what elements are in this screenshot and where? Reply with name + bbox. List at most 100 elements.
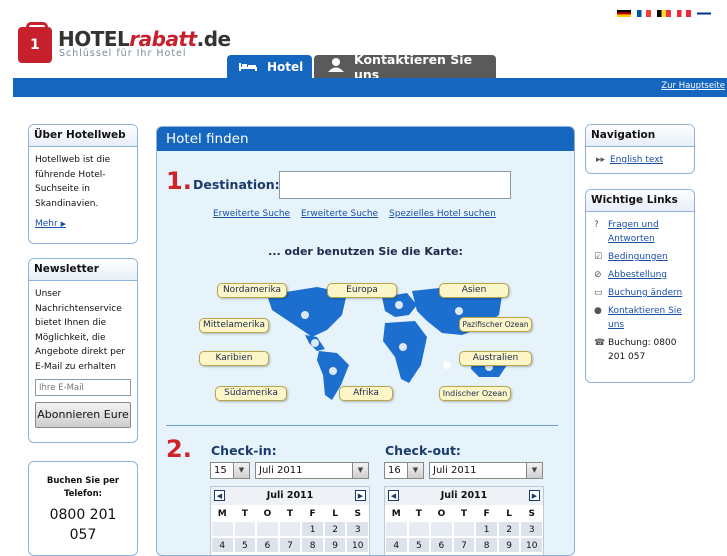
marker-central-america: [311, 339, 319, 347]
map-title: ... oder benutzen Sie die Karte:: [268, 245, 463, 258]
faq-link[interactable]: Fragen und Antworten: [608, 218, 688, 246]
checkin-label: Check-in:: [211, 443, 277, 458]
region-asien[interactable]: Asien: [439, 283, 509, 298]
calendar-day[interactable]: 7: [278, 537, 302, 553]
weekday-header: T: [233, 505, 257, 521]
double-arrow-icon: ▸▸: [596, 155, 606, 165]
region-nordamerika[interactable]: Nordamerika: [217, 283, 287, 298]
flag-at[interactable]: [677, 10, 691, 17]
region-pazifischer-ozean[interactable]: Pazifischer Ozean: [459, 317, 532, 332]
newsletter-submit-button[interactable]: Abonnieren Eure: [35, 402, 131, 428]
region-australien[interactable]: Australien: [459, 351, 532, 366]
next-month-icon[interactable]: ▶: [529, 490, 540, 501]
calendar-day[interactable]: 9: [497, 537, 521, 553]
calendar-day[interactable]: 9: [323, 537, 347, 553]
flag-fr[interactable]: [637, 10, 651, 17]
weekday-header: O: [430, 505, 453, 521]
chevron-down-icon: ▼: [407, 463, 423, 478]
destination-input[interactable]: [279, 171, 511, 199]
navigation-title: Navigation: [586, 125, 694, 147]
checkin-month-select[interactable]: Juli 2011 ▼: [255, 462, 369, 479]
about-text: Hotellweb ist die führende Hotel-Suchsei…: [35, 155, 111, 209]
about-more-link[interactable]: Mehr ▶: [35, 219, 66, 229]
booking-phone: Buchung: 0800 201 057: [608, 338, 677, 362]
prev-month-icon[interactable]: ◀: [388, 490, 399, 501]
flag-de[interactable]: [617, 10, 631, 17]
step-2-number: 2.: [166, 435, 192, 463]
question-icon: ?: [594, 220, 599, 230]
calendar-day[interactable]: 2: [323, 521, 347, 537]
tab-contact[interactable]: Kontaktieren Sie uns: [314, 52, 496, 82]
destination-label: Destination:: [193, 177, 280, 192]
step-1-number: 1.: [166, 167, 192, 195]
region-europa[interactable]: Europa: [327, 283, 397, 298]
calendar-day[interactable]: 2: [497, 521, 521, 537]
calendar-day[interactable]: 4: [385, 537, 408, 553]
africa-shape: [383, 321, 427, 383]
flag-be[interactable]: [657, 10, 671, 17]
region-mittelamerika[interactable]: Mittelamerika: [199, 318, 269, 333]
about-title: Über Hotellweb: [29, 125, 137, 147]
contact-link[interactable]: Kontaktieren Sie uns: [608, 304, 688, 332]
suitcase-logo-icon: 1: [18, 22, 52, 63]
marker-north-america: [301, 311, 309, 319]
home-link[interactable]: Zur Hauptseite: [661, 81, 725, 91]
marker-asia: [455, 307, 463, 315]
calendar-day[interactable]: 6: [430, 537, 453, 553]
chevron-down-icon: ▼: [233, 463, 249, 478]
calendar-day: [233, 521, 257, 537]
checkout-month-select[interactable]: Juli 2011 ▼: [429, 462, 543, 479]
calendar-day[interactable]: 8: [475, 537, 498, 553]
prev-month-icon[interactable]: ◀: [214, 490, 225, 501]
weekday-header: T: [407, 505, 431, 521]
region-suedamerika[interactable]: Südamerika: [215, 386, 287, 401]
calendar-day[interactable]: 8: [301, 537, 324, 553]
weekday-header: T: [278, 505, 302, 521]
calendar-day[interactable]: 1: [301, 521, 324, 537]
phone-label: Buchen Sie per Telefon:: [46, 476, 120, 499]
calendar-day[interactable]: 3: [346, 521, 369, 537]
tab-hotel[interactable]: Hotel: [227, 55, 312, 78]
calendar-day: [256, 521, 279, 537]
checkin-day-select[interactable]: 15 ▼: [210, 462, 250, 479]
change-booking-link[interactable]: Buchung ändern: [608, 286, 682, 300]
navigation-box: Navigation ▸▸ English text: [585, 124, 695, 174]
english-text-link[interactable]: English text: [610, 153, 663, 168]
calendar-day[interactable]: 5: [233, 537, 257, 553]
marker-africa: [399, 343, 407, 351]
special-hotel-search-link[interactable]: Spezielles Hotel suchen: [389, 209, 496, 219]
calendar-day[interactable]: 6: [256, 537, 279, 553]
conditions-link[interactable]: Bedingungen: [608, 250, 668, 264]
flag-fi[interactable]: [697, 10, 711, 17]
laptop-icon: ▭: [594, 288, 603, 298]
region-indischer-ozean[interactable]: Indischer Ozean: [439, 386, 511, 401]
weekday-header: S: [520, 505, 543, 521]
about-box: Über Hotellweb Hotellweb ist die führend…: [28, 124, 138, 244]
region-afrika[interactable]: Afrika: [339, 386, 393, 401]
weekday-header: F: [475, 505, 498, 521]
advanced-search-link-2[interactable]: Erweiterte Suche: [301, 209, 378, 219]
checkout-calendar: ◀ Juli 2011 ▶ M T O T F L S 1 2 3 4 5 6 7 8 9 10: [384, 486, 544, 555]
site-logo[interactable]: 1 HOTELrabatt.de Schlüssel für Ihr Hotel: [18, 22, 231, 70]
checkout-day-select[interactable]: 16 ▼: [384, 462, 424, 479]
newsletter-email-input[interactable]: [35, 379, 131, 396]
person-icon: ●: [594, 306, 602, 316]
panel-title: Hotel finden: [157, 127, 574, 151]
calendar-day[interactable]: 7: [452, 537, 476, 553]
calendar-day[interactable]: 1: [475, 521, 498, 537]
marker-europe: [395, 301, 403, 309]
calendar-day[interactable]: 10: [346, 537, 369, 553]
important-links-box: Wichtige Links ? Fragen und Antworten ☑ Be…: [585, 189, 695, 383]
calendar-day[interactable]: 5: [407, 537, 431, 553]
advanced-search-link-1[interactable]: Erweiterte Suche: [213, 209, 290, 219]
arrow-right-icon: ▶: [60, 220, 66, 228]
cancellation-link[interactable]: Abbestellung: [608, 268, 667, 282]
logo-tagline: Schlüssel für Ihr Hotel: [59, 48, 187, 59]
calendar-day: [452, 521, 476, 537]
calendar-day[interactable]: 4: [211, 537, 234, 553]
region-karibien[interactable]: Karibien: [199, 351, 269, 366]
next-month-icon[interactable]: ▶: [355, 490, 366, 501]
calendar-day[interactable]: 10: [520, 537, 543, 553]
weekday-header: S: [346, 505, 369, 521]
calendar-day[interactable]: 3: [520, 521, 543, 537]
